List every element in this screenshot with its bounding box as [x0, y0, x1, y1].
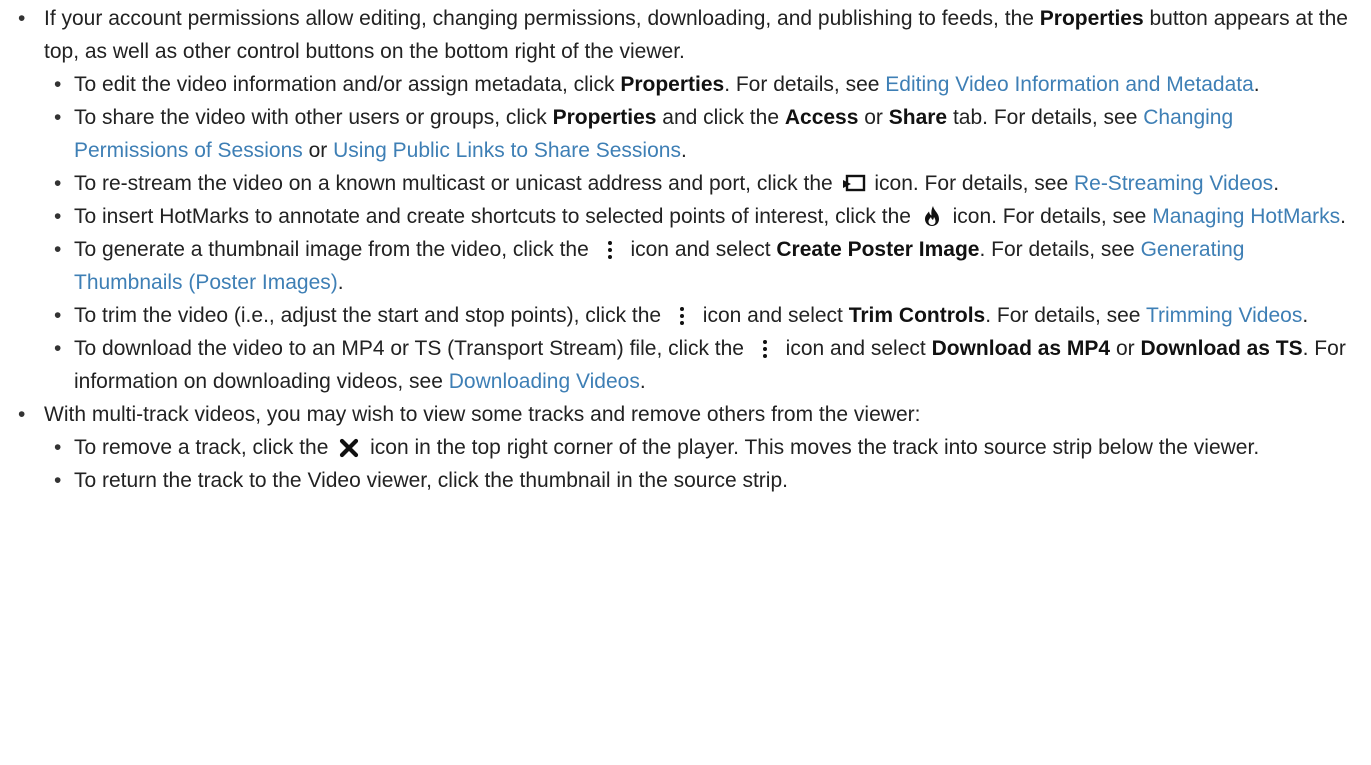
list-item-restream: To re-stream the video on a known multic… [44, 167, 1353, 200]
link-downloading-videos[interactable]: Downloading Videos [449, 370, 640, 393]
link-public-links[interactable]: Using Public Links to Share Sessions [333, 139, 681, 162]
document-body: If your account permissions allow editin… [0, 0, 1371, 497]
link-trimming-videos[interactable]: Trimming Videos [1146, 304, 1302, 327]
list-item-download: To download the video to an MP4 or TS (T… [44, 332, 1353, 398]
list-item-permissions: If your account permissions allow editin… [6, 2, 1353, 398]
restream-icon [841, 172, 867, 196]
list-item-multitrack: With multi-track videos, you may wish to… [6, 398, 1353, 497]
permissions-sub-list: To edit the video information and/or ass… [44, 68, 1353, 398]
more-vertical-icon [597, 238, 623, 262]
hotmark-flame-icon [919, 204, 945, 228]
list-item-share: To share the video with other users or g… [44, 101, 1353, 167]
link-re-streaming-videos[interactable]: Re-Streaming Videos [1074, 172, 1273, 195]
list-item-edit-info: To edit the video information and/or ass… [44, 68, 1353, 101]
properties-term: Properties [1039, 7, 1144, 30]
outer-bullet-list: If your account permissions allow editin… [6, 2, 1353, 497]
multitrack-sub-list: To remove a track, click the icon in the… [44, 431, 1353, 497]
list-item-thumbnail: To generate a thumbnail image from the v… [44, 233, 1353, 299]
list-item-trim: To trim the video (i.e., adjust the star… [44, 299, 1353, 332]
close-x-icon [336, 436, 362, 460]
link-managing-hotmarks[interactable]: Managing HotMarks [1152, 205, 1340, 228]
more-vertical-icon [669, 304, 695, 328]
more-vertical-icon [752, 337, 778, 361]
list-item-remove-track: To remove a track, click the icon in the… [44, 431, 1353, 464]
list-item-return-track: To return the track to the Video viewer,… [44, 464, 1353, 497]
link-editing-video-information[interactable]: Editing Video Information and Metadata [885, 73, 1254, 96]
list-item-hotmarks: To insert HotMarks to annotate and creat… [44, 200, 1353, 233]
